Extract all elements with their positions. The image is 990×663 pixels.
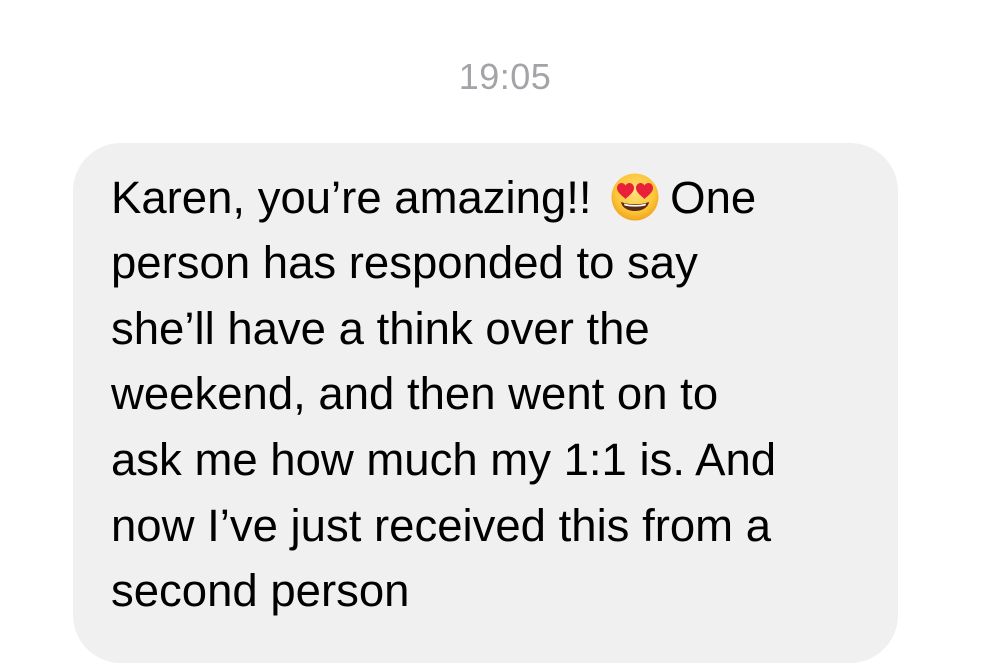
message-line-6: now I’ve just received this from a (111, 500, 772, 551)
message-line-2: person has responded to say (111, 237, 698, 288)
message-timestamp: 19:05 (458, 56, 552, 97)
heart-eyes-emoji-icon (611, 173, 659, 221)
message-line-4: weekend, and then went on to (111, 368, 719, 419)
message-line-5: ask me how much my 1:1 is. And (111, 434, 777, 485)
message-line-3: she’ll have a think over the (111, 303, 650, 354)
message-text-segment: Karen, you’re amazing!! (111, 172, 605, 223)
message-line-7: second person (111, 565, 410, 616)
message-text-segment: One (670, 172, 757, 223)
message-line-1: Karen, you’re amazing!! One (111, 172, 756, 224)
